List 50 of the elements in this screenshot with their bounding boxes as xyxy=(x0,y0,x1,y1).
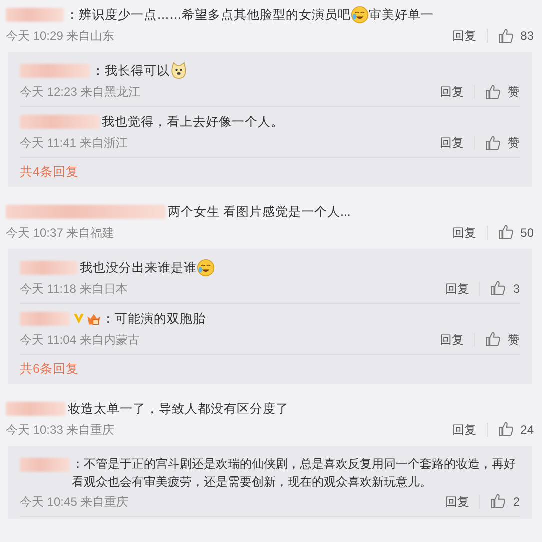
thumbs-up-icon xyxy=(498,224,515,242)
comment-time: 今天 12:23 来自黑龙江 xyxy=(20,84,141,101)
comment-text: 审美好单一 xyxy=(369,7,434,24)
like-button[interactable]: 赞 xyxy=(485,134,520,152)
like-button[interactable]: 24 xyxy=(498,420,534,438)
blurred-username xyxy=(20,458,70,472)
reply-button[interactable]: 回复 xyxy=(440,83,464,101)
thumbs-up-icon xyxy=(490,493,508,510)
comment-text: 我也觉得，看上去好像一个人。 xyxy=(102,114,284,131)
thumbs-up-icon xyxy=(485,331,502,348)
reply-button[interactable]: 回复 xyxy=(445,280,470,298)
reply-button[interactable]: 回复 xyxy=(445,492,470,510)
blurred-username xyxy=(6,402,66,416)
reply-button[interactable]: 回复 xyxy=(440,134,464,152)
blurred-username xyxy=(20,312,70,326)
comment-time: 今天 11:04 来自内蒙古 xyxy=(20,332,140,349)
blurred-username xyxy=(6,8,64,22)
thumbs-up-icon xyxy=(485,84,502,100)
like-button[interactable]: 83 xyxy=(498,27,534,45)
reply-button[interactable]: 回复 xyxy=(452,27,477,45)
comment-text: ：辨识度少一点……希望多点其他脸型的女演员吧 xyxy=(66,7,351,24)
comment-time: 今天 11:41 来自浙江 xyxy=(20,135,128,152)
comment-text: 妆造太单一了，导致人都没有区分度了 xyxy=(68,400,289,418)
comment-time: 今天 10:37 来自福建 xyxy=(6,224,115,242)
comment-time: 今天 10:33 来自重庆 xyxy=(6,422,115,438)
like-button[interactable]: 赞 xyxy=(485,330,520,349)
laughing-emoji-icon xyxy=(351,6,369,24)
reply-button[interactable]: 回复 xyxy=(452,420,477,438)
like-button[interactable]: 赞 xyxy=(485,83,520,101)
like-button[interactable]: 50 xyxy=(498,224,534,242)
comment-time: 今天 11:18 来自日本 xyxy=(20,280,128,298)
comment-text: 我也没分出来谁是谁 xyxy=(80,260,197,277)
thumbs-up-icon xyxy=(498,421,515,438)
dog-emoji-icon xyxy=(170,62,188,80)
comment-text: ：可能演的双胞胎 xyxy=(102,310,206,328)
thumbs-up-icon xyxy=(490,280,508,298)
comment-text: ：我长得可以 xyxy=(92,63,170,80)
reply-button[interactable]: 回复 xyxy=(440,330,464,349)
like-button[interactable]: 3 xyxy=(490,280,520,298)
comment-text: ：不管是于正的宫斗剧还是欢瑞的仙侠剧，总是喜欢反复用同一个套路的妆造，再好看观众也会有审美疲劳，还是需要创新，现在的观众喜欢新玩意儿。 xyxy=(72,456,517,490)
blurred-username xyxy=(20,260,78,275)
thumbs-up-icon xyxy=(498,28,515,44)
reply-button[interactable]: 回复 xyxy=(452,224,477,242)
comment-time: 今天 10:45 来自重庆 xyxy=(20,494,129,510)
blurred-username xyxy=(20,64,90,78)
laughing-emoji-icon xyxy=(197,258,215,277)
like-button[interactable]: 2 xyxy=(490,492,520,510)
comment-time: 今天 10:29 来自山东 xyxy=(6,28,115,45)
thumbs-up-icon xyxy=(485,134,502,152)
comment-text: 两个女生 看图片感觉是一个人... xyxy=(168,204,351,221)
